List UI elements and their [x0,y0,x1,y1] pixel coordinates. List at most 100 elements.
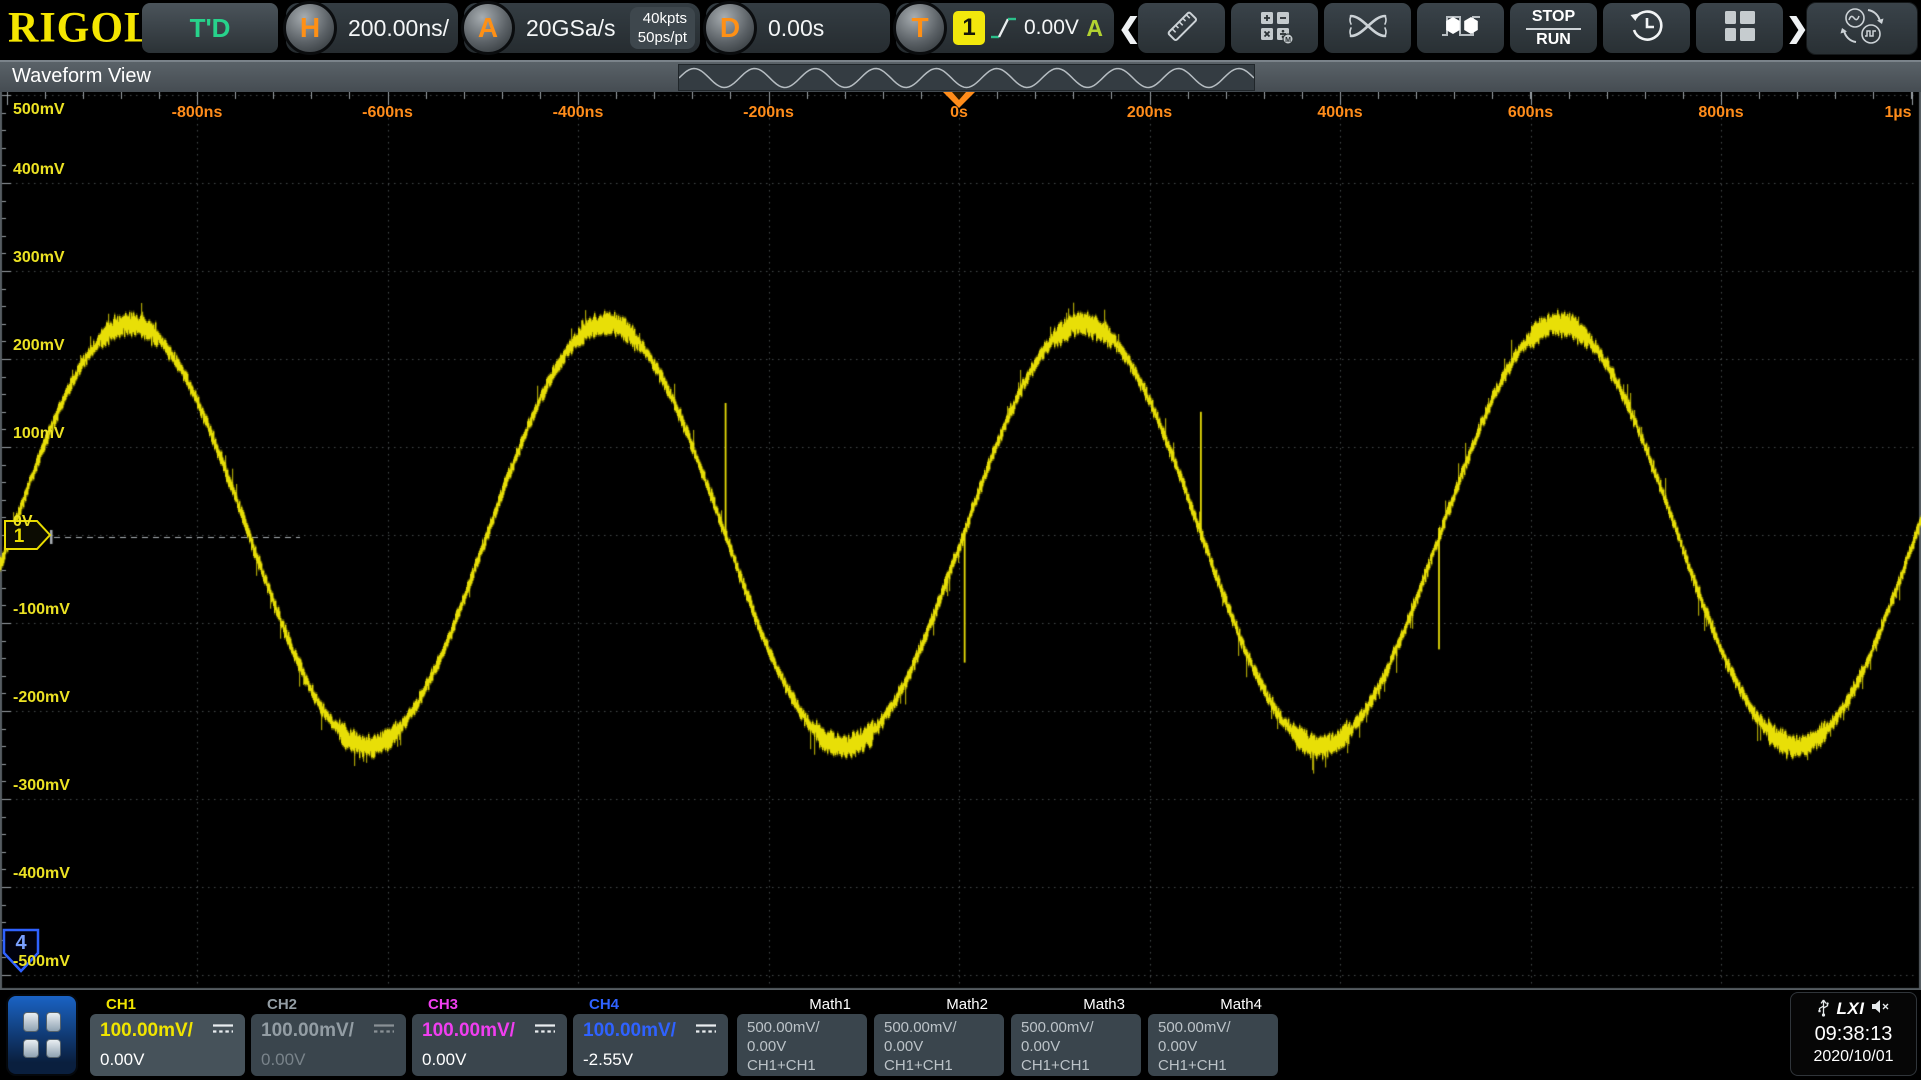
y-axis-label: 200mV [13,337,65,355]
display-switch-button[interactable] [1806,2,1918,55]
ruler-icon [1163,7,1201,50]
channel-card-ch4[interactable]: CH4 100.00mV/ -2.55V [573,994,728,1076]
rigol-logo: RIGOL [8,4,153,53]
svg-text:4: 4 [15,932,27,954]
channel-label: CH3 [428,996,458,1013]
channel-scale: 100.00mV/ [100,1020,193,1042]
y-axis-label: -400mV [13,865,70,883]
channel-card-ch1[interactable]: CH1 100.00mV/ 0.00V [90,994,245,1076]
display-switch-icon [1840,5,1884,52]
math-label: Math3 [1072,994,1136,1015]
usb-icon [1817,997,1830,1022]
record-preview-waveform [679,65,1254,90]
channel-offset: 0.00V [422,1050,557,1070]
trigger-status-button[interactable]: T'D [142,3,278,53]
horizontal-scale-pill[interactable]: H 200.00ns/ [286,3,458,53]
trigger-sweep-mode: A [1086,3,1103,53]
math-card-math2[interactable]: Math2 500.00mV/ 0.00V CH1+CH1 [874,994,1004,1076]
oscilloscope-screen: RIGOL T'D H 200.00ns/ A 20GSa/s 40kpts 5… [0,0,1921,1080]
math-card-math1[interactable]: Math1 500.00mV/ 0.00V CH1+CH1 [737,994,867,1076]
windows-grid-icon [1722,7,1758,50]
math-card-math3[interactable]: Math3 500.00mV/ 0.00V CH1+CH1 [1011,994,1141,1076]
delay-value: 0.00s [768,3,824,53]
channel-offset: 0.00V [261,1050,396,1070]
menu-grid-icon [23,1012,39,1032]
memory-depth-block: 40kpts 50ps/pt [630,7,695,49]
lxi-badge: LXI [1837,999,1865,1019]
dc-coupling-icon [211,1022,235,1040]
trigger-source-badge: 1 [953,11,985,45]
waveform-canvas[interactable] [0,92,1921,990]
measure-button[interactable] [1138,3,1225,53]
eye-jitter-button[interactable] [1324,3,1411,53]
math-offset: 0.00V [1158,1037,1268,1056]
delay-pill[interactable]: D 0.00s [706,3,890,53]
x-axis-label: -200ns [743,104,794,122]
x-axis-label: 800ns [1698,104,1743,122]
dc-coupling-icon [533,1022,557,1040]
math-scale: 500.00mV/ [747,1018,857,1037]
trigger-status-label: T'D [190,13,231,44]
math-expression: CH1+CH1 [1158,1056,1268,1075]
y-axis-label: -100mV [13,601,70,619]
waveform-view-titlebar: Waveform View [0,60,1921,92]
speaker-muted-icon [1871,999,1890,1019]
sample-rate-value: 20GSa/s [526,3,616,53]
channel-label: CH2 [267,996,297,1013]
math-expression: CH1+CH1 [884,1056,994,1075]
channel-label: CH1 [106,996,136,1013]
trigger-level-value: 0.00V [1024,3,1079,53]
x-axis-label: 0s [950,104,968,122]
math-card-math4[interactable]: Math4 500.00mV/ 0.00V CH1+CH1 [1148,994,1278,1076]
math-button[interactable]: M [1231,3,1318,53]
horizontal-scale-value: 200.00ns/ [348,3,449,53]
math-offset: 0.00V [1021,1037,1131,1056]
history-button[interactable] [1603,3,1690,53]
graticule-area[interactable]: 1 4 -800ns-600ns-400ns-200ns0s200ns400ns… [0,92,1921,990]
trigger-position-marker-notch [952,92,966,100]
math-label: Math4 [1209,994,1273,1015]
channel-scale: 100.00mV/ [583,1020,676,1042]
y-axis-label: 0V [13,513,33,531]
dc-coupling-icon [694,1022,718,1040]
run-stop-button[interactable]: STOP RUN [1510,3,1597,53]
channel-scale: 100.00mV/ [261,1020,354,1042]
memory-depth-value: 40kpts [638,9,687,28]
channel-scale: 100.00mV/ [422,1020,515,1042]
menu-grid-icon [23,1039,39,1059]
calculator-icon: M [1256,7,1294,50]
channel-card-ch2[interactable]: CH2 100.00mV/ 0.00V [251,994,406,1076]
time-per-point-value: 50ps/pt [638,28,687,47]
system-status-block[interactable]: LXI 09:38:13 2020/10/01 [1790,992,1917,1076]
windows-button[interactable] [1696,3,1783,53]
trigger-key-badge: T [893,1,947,55]
waveform-view-title: Waveform View [12,65,151,88]
x-axis-label: -400ns [553,104,604,122]
menu-grid-icon [46,1039,62,1059]
math-offset: 0.00V [884,1037,994,1056]
math-scale: 500.00mV/ [1158,1018,1268,1037]
y-axis-label: 400mV [13,161,65,179]
x-axis-label: 600ns [1508,104,1553,122]
y-axis-label: 500mV [13,101,65,119]
channel-card-ch3[interactable]: CH3 100.00mV/ 0.00V [412,994,567,1076]
decode-button[interactable] [1417,3,1504,53]
delay-key-badge: D [703,1,757,55]
run-stop-label: STOP RUN [1526,7,1581,50]
math-expression: CH1+CH1 [747,1056,857,1075]
acquire-pill[interactable]: A 20GSa/s 40kpts 50ps/pt [464,3,700,53]
channel-label: CH4 [589,996,619,1013]
channel-offset: 0.00V [100,1050,235,1070]
record-preview-strip[interactable] [678,64,1255,91]
system-date: 2020/10/01 [1791,1048,1916,1066]
trigger-pill[interactable]: T 1 0.00V A [896,3,1114,53]
x-axis-label: 1µs [1884,104,1911,122]
main-menu-button[interactable] [6,994,78,1076]
y-axis-label: -300mV [13,777,70,795]
rising-edge-icon [988,10,1018,51]
history-clock-icon [1627,6,1667,51]
dc-coupling-icon [372,1022,396,1040]
y-axis-label: 100mV [13,425,65,443]
y-axis-label: -500mV [13,953,70,971]
top-toolbar: RIGOL T'D H 200.00ns/ A 20GSa/s 40kpts 5… [0,0,1921,60]
